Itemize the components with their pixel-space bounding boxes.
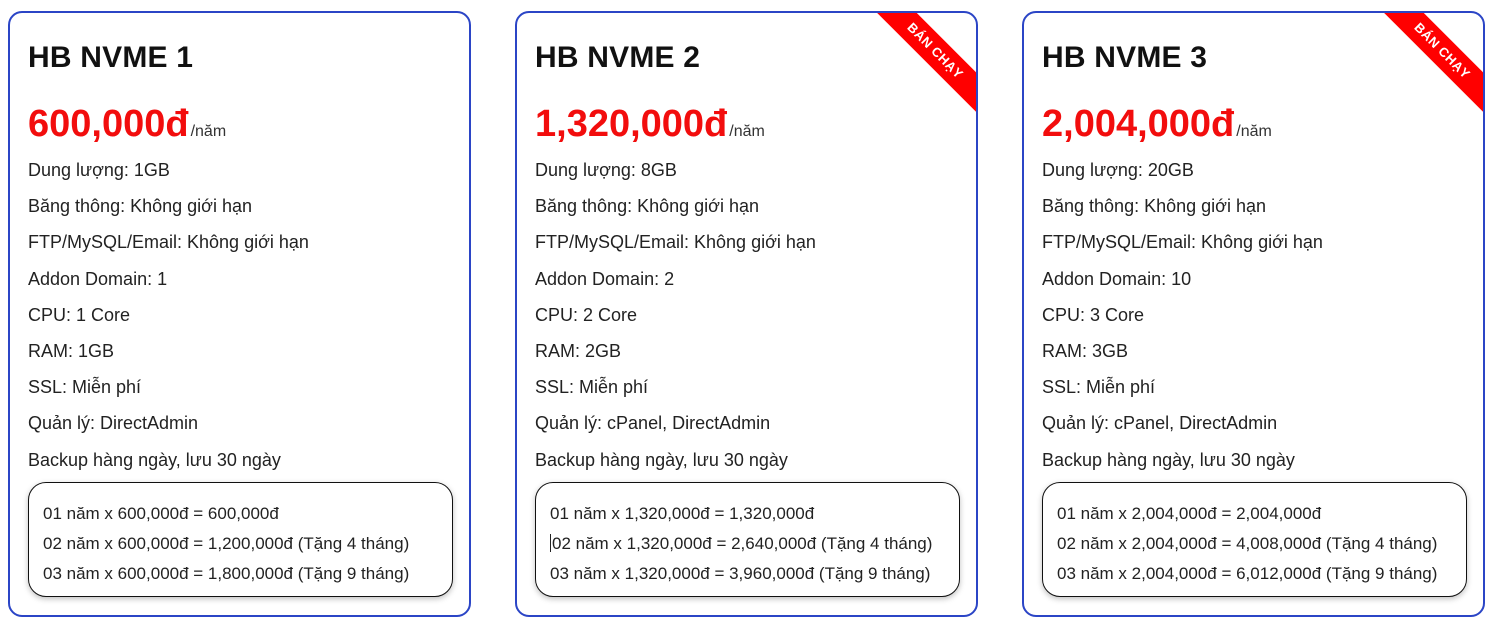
price-row: 600,000đ/năm xyxy=(28,103,226,146)
term-price-3-year: 03 năm x 2,004,000đ = 6,012,000đ (Tặng 9… xyxy=(1057,564,1438,583)
feature-storage: Dung lượng: 20GB xyxy=(1042,160,1194,180)
plan-card-hb-nvme-2: BÁN CHẠY HB NVME 2 1,320,000đ/năm Dung l… xyxy=(515,11,978,617)
feature-addon-domain: Addon Domain: 1 xyxy=(28,268,168,289)
price-period: /năm xyxy=(729,123,765,140)
feature-backup: Backup hàng ngày, lưu 30 ngày xyxy=(535,449,788,470)
term-price-3-year: 03 năm x 600,000đ = 1,800,000đ (Tặng 9 t… xyxy=(43,564,410,583)
feature-cpu: CPU: 2 Core xyxy=(535,304,638,325)
term-pricing-box: 01 năm x 600,000đ = 600,000đ 02 năm x 60… xyxy=(28,482,453,597)
plan-card-hb-nvme-1: HB NVME 1 600,000đ/năm Dung lượng: 1GB B… xyxy=(8,11,471,617)
plan-price: 600,000đ xyxy=(28,103,189,145)
best-seller-ribbon: BÁN CHẠY xyxy=(872,13,976,114)
feature-ftp-mysql-email: FTP/MySQL/Email: Không giới hạn xyxy=(28,232,309,253)
feature-ram: RAM: 3GB xyxy=(1042,340,1129,361)
feature-storage: Dung lượng: 1GB xyxy=(28,160,170,180)
feature-bandwidth: Băng thông: Không giới hạn xyxy=(28,196,252,217)
price-row: 2,004,000đ/năm xyxy=(1042,103,1272,146)
term-price-1-year: 01 năm x 600,000đ = 600,000đ xyxy=(43,504,279,523)
feature-ram: RAM: 1GB xyxy=(28,340,115,361)
feature-backup: Backup hàng ngày, lưu 30 ngày xyxy=(1042,449,1295,470)
feature-control-panel: Quản lý: DirectAdmin xyxy=(28,413,199,434)
feature-ftp-mysql-email: FTP/MySQL/Email: Không giới hạn xyxy=(1042,232,1323,253)
price-row: 1,320,000đ/năm xyxy=(535,103,765,146)
feature-addon-domain: Addon Domain: 10 xyxy=(1042,268,1192,289)
plan-title: HB NVME 3 xyxy=(1042,41,1208,74)
term-price-2-year: 02 năm x 600,000đ = 1,200,000đ (Tặng 4 t… xyxy=(43,534,410,553)
term-pricing-box: 01 năm x 2,004,000đ = 2,004,000đ 02 năm … xyxy=(1042,482,1467,597)
price-period: /năm xyxy=(1236,123,1272,140)
text-cursor xyxy=(550,534,551,552)
pricing-cards: HB NVME 1 600,000đ/năm Dung lượng: 1GB B… xyxy=(0,0,1498,628)
feature-backup: Backup hàng ngày, lưu 30 ngày xyxy=(28,449,281,470)
plan-price: 2,004,000đ xyxy=(1042,103,1235,145)
term-price-2-year: 02 năm x 2,004,000đ = 4,008,000đ (Tặng 4… xyxy=(1057,534,1438,553)
plan-title: HB NVME 1 xyxy=(28,41,194,74)
feature-control-panel: Quản lý: cPanel, DirectAdmin xyxy=(535,413,771,434)
term-price-1-year: 01 năm x 1,320,000đ = 1,320,000đ xyxy=(550,504,815,523)
feature-list: Dung lượng: 1GB Băng thông: Không giới h… xyxy=(28,158,309,484)
term-price-2-year: 02 năm x 1,320,000đ = 2,640,000đ (Tặng 4… xyxy=(552,534,933,553)
best-seller-ribbon: BÁN CHẠY xyxy=(1379,13,1483,114)
feature-bandwidth: Băng thông: Không giới hạn xyxy=(535,196,759,217)
feature-ram: RAM: 2GB xyxy=(535,340,622,361)
feature-control-panel: Quản lý: cPanel, DirectAdmin xyxy=(1042,413,1278,434)
feature-list: Dung lượng: 8GB Băng thông: Không giới h… xyxy=(535,158,816,484)
term-price-1-year: 01 năm x 2,004,000đ = 2,004,000đ xyxy=(1057,504,1322,523)
feature-ssl: SSL: Miễn phí xyxy=(1042,377,1156,398)
term-pricing-box[interactable]: 01 năm x 1,320,000đ = 1,320,000đ 02 năm … xyxy=(535,482,960,597)
price-period: /năm xyxy=(190,123,227,140)
feature-ssl: SSL: Miễn phí xyxy=(535,377,649,398)
term-price-2-year-row: 02 năm x 1,320,000đ = 2,640,000đ (Tặng 4… xyxy=(550,529,959,559)
plan-price: 1,320,000đ xyxy=(535,103,728,145)
plan-card-hb-nvme-3: BÁN CHẠY HB NVME 3 2,004,000đ/năm Dung l… xyxy=(1022,11,1485,617)
feature-addon-domain: Addon Domain: 2 xyxy=(535,268,675,289)
feature-ssl: SSL: Miễn phí xyxy=(28,377,142,398)
feature-storage: Dung lượng: 8GB xyxy=(535,160,677,180)
plan-title: HB NVME 2 xyxy=(535,41,701,74)
term-price-3-year: 03 năm x 1,320,000đ = 3,960,000đ (Tặng 9… xyxy=(550,564,931,583)
feature-ftp-mysql-email: FTP/MySQL/Email: Không giới hạn xyxy=(535,232,816,253)
feature-cpu: CPU: 1 Core xyxy=(28,304,131,325)
feature-cpu: CPU: 3 Core xyxy=(1042,304,1145,325)
feature-list: Dung lượng: 20GB Băng thông: Không giới … xyxy=(1042,158,1323,484)
feature-bandwidth: Băng thông: Không giới hạn xyxy=(1042,196,1266,217)
